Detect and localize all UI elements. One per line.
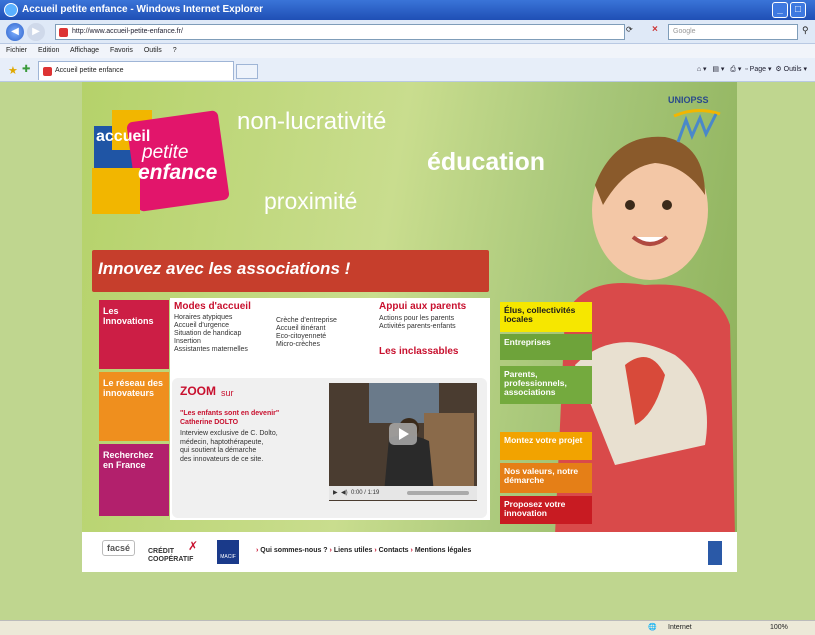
republique-francaise-logo[interactable] <box>708 541 722 565</box>
favorites-star-icon[interactable]: ★ <box>8 64 18 77</box>
word-education: éducation <box>427 148 546 176</box>
tab-accueil[interactable]: Accueil petite enfance <box>38 61 234 80</box>
zoom-quote: "Les enfants sont en devenir" <box>180 410 280 417</box>
video-thumbnail <box>329 383 477 501</box>
title-bar: Accueil petite enfance - Windows Interne… <box>0 0 815 20</box>
list-item[interactable]: Actions pour les parents <box>379 315 456 323</box>
minimize-button[interactable]: _ <box>772 2 788 18</box>
command-bar: ⌂ ▾ ▤ ▾ ⎙ ▾ ▫ Page ▾ ⚙ Outils ▾ <box>697 63 807 77</box>
video-progress-bar[interactable] <box>407 491 469 495</box>
tab-bar: ★ ✚ Accueil petite enfance ⌂ ▾ ▤ ▾ ⎙ ▾ ▫… <box>0 58 815 82</box>
nav-les-innovations[interactable]: Les Innovations <box>99 300 169 369</box>
play-icon[interactable]: ▶ <box>333 490 338 496</box>
tile-montez-projet[interactable]: Montez votre projet <box>500 432 592 460</box>
address-bar: ◀ ▶ http://www.accueil-petite-enfance.fr… <box>0 20 815 44</box>
logo-text-enfance: enfance <box>138 161 218 184</box>
stop-icon[interactable]: × <box>652 24 658 35</box>
window-title: Accueil petite enfance - Windows Interne… <box>22 4 264 15</box>
tab-favicon <box>43 67 52 76</box>
uniopss-wave-icon <box>673 109 721 143</box>
tools-menu[interactable]: ⚙ Outils ▾ <box>775 66 807 73</box>
menu-bar: Fichier Edition Affichage Favoris Outils… <box>0 44 815 58</box>
list-item[interactable]: Accueil itinérant <box>276 325 337 333</box>
tile-proposez-innovation[interactable]: Proposez votre innovation <box>500 496 592 524</box>
nav-recherchez-en-france[interactable]: Recherchez en France <box>99 444 169 516</box>
list-item[interactable]: Activités parents-enfants <box>379 323 456 331</box>
appui-list: Actions pour les parents Activités paren… <box>379 315 456 331</box>
list-item[interactable]: Accueil d'urgence <box>174 322 248 330</box>
link-contacts[interactable]: Contacts <box>379 547 409 554</box>
new-tab-button[interactable] <box>236 64 258 79</box>
print-icon[interactable]: ⎙ ▾ <box>730 66 741 73</box>
search-icon[interactable]: ⚲ <box>802 25 809 36</box>
banner-text: Innovez avec les associations ! <box>98 259 351 278</box>
maximize-button[interactable]: □ <box>790 2 806 18</box>
refresh-icon[interactable]: ⟳ <box>626 25 633 34</box>
feeds-icon[interactable]: ▤ ▾ <box>712 66 724 73</box>
site-favicon <box>59 28 68 37</box>
back-button[interactable]: ◀ <box>6 23 24 41</box>
zoom-title: ZOOM <box>180 384 216 398</box>
search-input[interactable]: Google <box>668 24 798 40</box>
link-qui-sommes-nous[interactable]: Qui sommes-nous ? <box>260 547 327 554</box>
modes-list-2: Crèche d'entreprise Accueil itinérant Ec… <box>276 317 337 349</box>
appui-heading[interactable]: Appui aux parents <box>379 301 466 312</box>
banner: Innovez avec les associations ! <box>92 250 489 292</box>
tile-elus[interactable]: Élus, collectivités locales <box>500 302 592 332</box>
video-controls: ▶ ◀) 0:00 / 1:19 <box>329 486 477 500</box>
macif-logo[interactable]: MACIF <box>217 540 239 564</box>
list-item[interactable]: Insertion <box>174 338 248 346</box>
zoom-sur: sur <box>221 388 234 398</box>
nav-reseau-innovateurs[interactable]: Le réseau des innovateurs <box>99 372 169 441</box>
inclassables-link[interactable]: Les inclassables <box>379 346 459 357</box>
video-player[interactable] <box>329 383 477 501</box>
tile-parents[interactable]: Parents, professionnels, associations <box>500 366 592 404</box>
url-input[interactable]: http://www.accueil-petite-enfance.fr/ <box>55 24 625 40</box>
menu-fichier[interactable]: Fichier <box>6 47 27 54</box>
list-item[interactable]: Horaires atypiques <box>174 314 248 322</box>
modes-heading[interactable]: Modes d'accueil <box>174 301 251 312</box>
status-bar: 🌐 Internet 100% <box>0 620 815 635</box>
facse-logo[interactable]: facsé <box>102 540 136 556</box>
forward-button[interactable]: ▶ <box>27 23 45 41</box>
menu-favoris[interactable]: Favoris <box>110 47 133 54</box>
zoom-level[interactable]: 100% <box>770 621 788 635</box>
list-item[interactable]: Situation de handicap <box>174 330 248 338</box>
link-liens-utiles[interactable]: Liens utiles <box>334 547 373 554</box>
modes-list-1: Horaires atypiques Accueil d'urgence Sit… <box>174 314 248 354</box>
footer-links: › Qui sommes-nous ? › Liens utiles › Con… <box>256 547 472 554</box>
list-item[interactable]: Micro-crèches <box>276 341 337 349</box>
credit-cooperatif-logo[interactable]: CRÉDIT COOPÉRATIF <box>148 548 208 564</box>
uniopss-logo[interactable]: UNIOPSS <box>668 95 709 105</box>
word-proximite: proximité <box>264 188 358 214</box>
list-item[interactable]: Assistantes maternelles <box>174 346 248 354</box>
ie-icon <box>4 3 18 17</box>
credit-cooperatif-icon: ✗ <box>188 539 199 553</box>
list-item[interactable]: Eco-citoyenneté <box>276 333 337 341</box>
volume-icon[interactable]: ◀) <box>341 490 348 496</box>
menu-edition[interactable]: Edition <box>38 47 59 54</box>
video-time: 0:00 / 1:19 <box>350 490 380 496</box>
tile-entreprises[interactable]: Entreprises <box>500 334 592 360</box>
zoom-description: Interview exclusive de C. Dolto, médecin… <box>180 430 278 463</box>
menu-outils[interactable]: Outils <box>144 47 162 54</box>
tile-nos-valeurs[interactable]: Nos valeurs, notre démarche <box>500 463 592 493</box>
globe-icon: 🌐 <box>648 624 657 631</box>
menu-affichage[interactable]: Affichage <box>70 47 99 54</box>
word-non-lucrativite: non-lucrativité <box>237 108 387 135</box>
zoom-author: Catherine DOLTO <box>180 419 239 426</box>
page-menu[interactable]: ▫ Page ▾ <box>745 66 771 73</box>
menu-help[interactable]: ? <box>173 47 177 54</box>
link-mentions-legales[interactable]: Mentions légales <box>415 547 471 554</box>
add-favorites-icon[interactable]: ✚ <box>22 64 30 75</box>
list-item[interactable]: Crèche d'entreprise <box>276 317 337 325</box>
zone-label: Internet <box>668 624 692 631</box>
home-icon[interactable]: ⌂ ▾ <box>697 66 707 73</box>
